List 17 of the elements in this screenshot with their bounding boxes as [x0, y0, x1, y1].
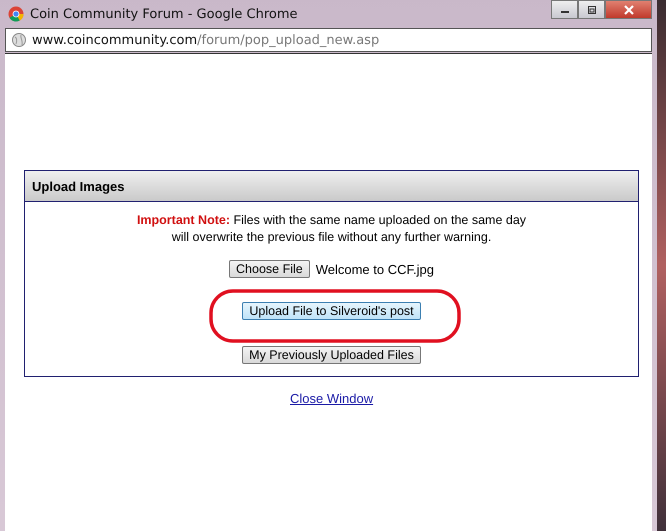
address-bar[interactable]: www.coincommunity.com/forum/pop_upload_new.asp — [5, 28, 652, 52]
important-note: Important Note: Files with the same name uploaded on the same day will overwrite the previous file without any further warning. — [136, 212, 526, 246]
panel-title: Upload Images — [32, 178, 124, 194]
close-window-link[interactable]: Close Window — [290, 391, 374, 406]
choose-file-button[interactable]: Choose File — [229, 260, 310, 278]
globe-icon — [12, 33, 26, 47]
maximize-button[interactable] — [578, 0, 605, 19]
file-name: Welcome to CCF.jpg — [316, 262, 434, 276]
minimize-button[interactable] — [551, 0, 578, 19]
upload-file-button[interactable]: Upload File to Silveroid's post — [242, 302, 421, 320]
maximize-icon — [586, 6, 596, 14]
previous-files-button[interactable]: My Previously Uploaded Files — [242, 346, 421, 364]
url-text: www.coincommunity.com/forum/pop_upload_new.asp — [32, 32, 380, 48]
close-button[interactable] — [605, 0, 652, 19]
browser-logo-icon — [8, 6, 24, 22]
window-title: Coin Community Forum - Google Chrome — [30, 6, 298, 22]
close-icon — [622, 4, 634, 14]
